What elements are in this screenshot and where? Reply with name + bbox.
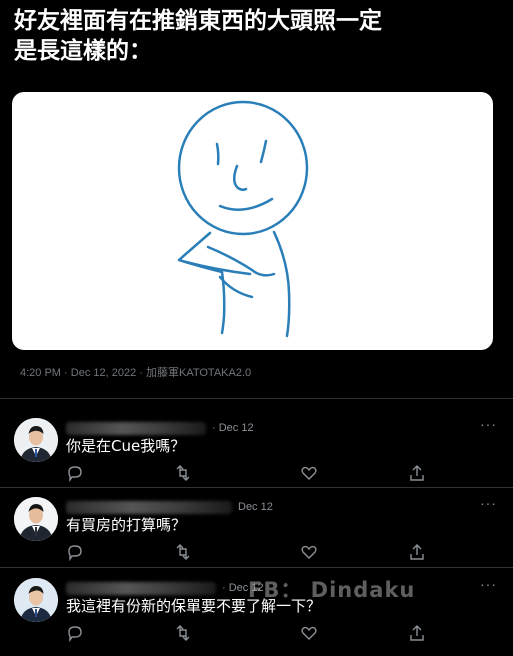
tweet-date[interactable]: Dec 12, 2022	[71, 367, 136, 379]
reply-icon[interactable]	[66, 624, 84, 642]
headline: 好友裡面有在推銷東西的大頭照一定 是長這樣的：	[14, 6, 504, 66]
reply-text: 有買房的打算嗎？	[66, 516, 187, 534]
avatar-person-icon	[14, 418, 58, 462]
like-icon[interactable]	[300, 624, 318, 642]
more-icon[interactable]: ···	[480, 416, 497, 432]
more-icon[interactable]: ···	[480, 495, 497, 511]
figure-right-eye	[259, 139, 268, 164]
blurred-username	[66, 582, 216, 595]
reply-actions	[66, 464, 426, 482]
reply-icon[interactable]	[66, 464, 84, 482]
headline-line-1: 好友裡面有在推銷東西的大頭照一定	[14, 8, 382, 34]
tweet-meta: 4:20 PM · Dec 12, 2022 · 加藤軍KATOTAKA2.0	[20, 367, 252, 379]
reply-actions	[66, 543, 426, 561]
tweet-author[interactable]: 加藤軍KATOTAKA2.0	[146, 367, 251, 379]
reply-item[interactable]: Dec 12 ··· 有買房的打算嗎？	[0, 495, 513, 575]
avatar-person-icon	[14, 578, 58, 622]
retweet-icon[interactable]	[174, 624, 192, 642]
reply-item[interactable]: · Dec 12 ··· 你是在Cue我嗎？	[0, 416, 513, 496]
reply-text: 你是在Cue我嗎？	[66, 437, 186, 455]
blurred-username	[66, 501, 232, 514]
like-icon[interactable]	[300, 464, 318, 482]
avatar[interactable]	[14, 578, 58, 622]
tweet-time: 4:20 PM	[20, 367, 61, 379]
retweet-icon[interactable]	[174, 543, 192, 561]
headline-line-2: 是長這樣的：	[14, 38, 152, 64]
reply-date: Dec 12	[238, 501, 273, 513]
figure-left-eye	[215, 142, 220, 166]
avatar[interactable]	[14, 418, 58, 462]
like-icon[interactable]	[300, 543, 318, 561]
figure-head	[177, 100, 309, 236]
figure-left-body	[177, 231, 226, 335]
reply-date: · Dec 12	[212, 422, 254, 434]
reply-icon[interactable]	[66, 543, 84, 561]
divider	[0, 398, 513, 399]
figure-nose	[233, 164, 248, 192]
figure-smile	[218, 197, 274, 211]
tweet-image[interactable]	[12, 92, 493, 350]
figure-right-body	[272, 230, 291, 338]
blurred-username	[66, 422, 206, 435]
share-icon[interactable]	[408, 543, 426, 561]
divider	[0, 487, 513, 488]
avatar[interactable]	[14, 497, 58, 541]
more-icon[interactable]: ···	[480, 576, 497, 592]
avatar-person-icon	[14, 497, 58, 541]
divider	[0, 567, 513, 568]
stick-figure-drawing	[177, 100, 309, 338]
retweet-icon[interactable]	[174, 464, 192, 482]
watermark: FB： Dindaku	[248, 578, 416, 602]
reply-actions	[66, 624, 426, 642]
share-icon[interactable]	[408, 624, 426, 642]
share-icon[interactable]	[408, 464, 426, 482]
